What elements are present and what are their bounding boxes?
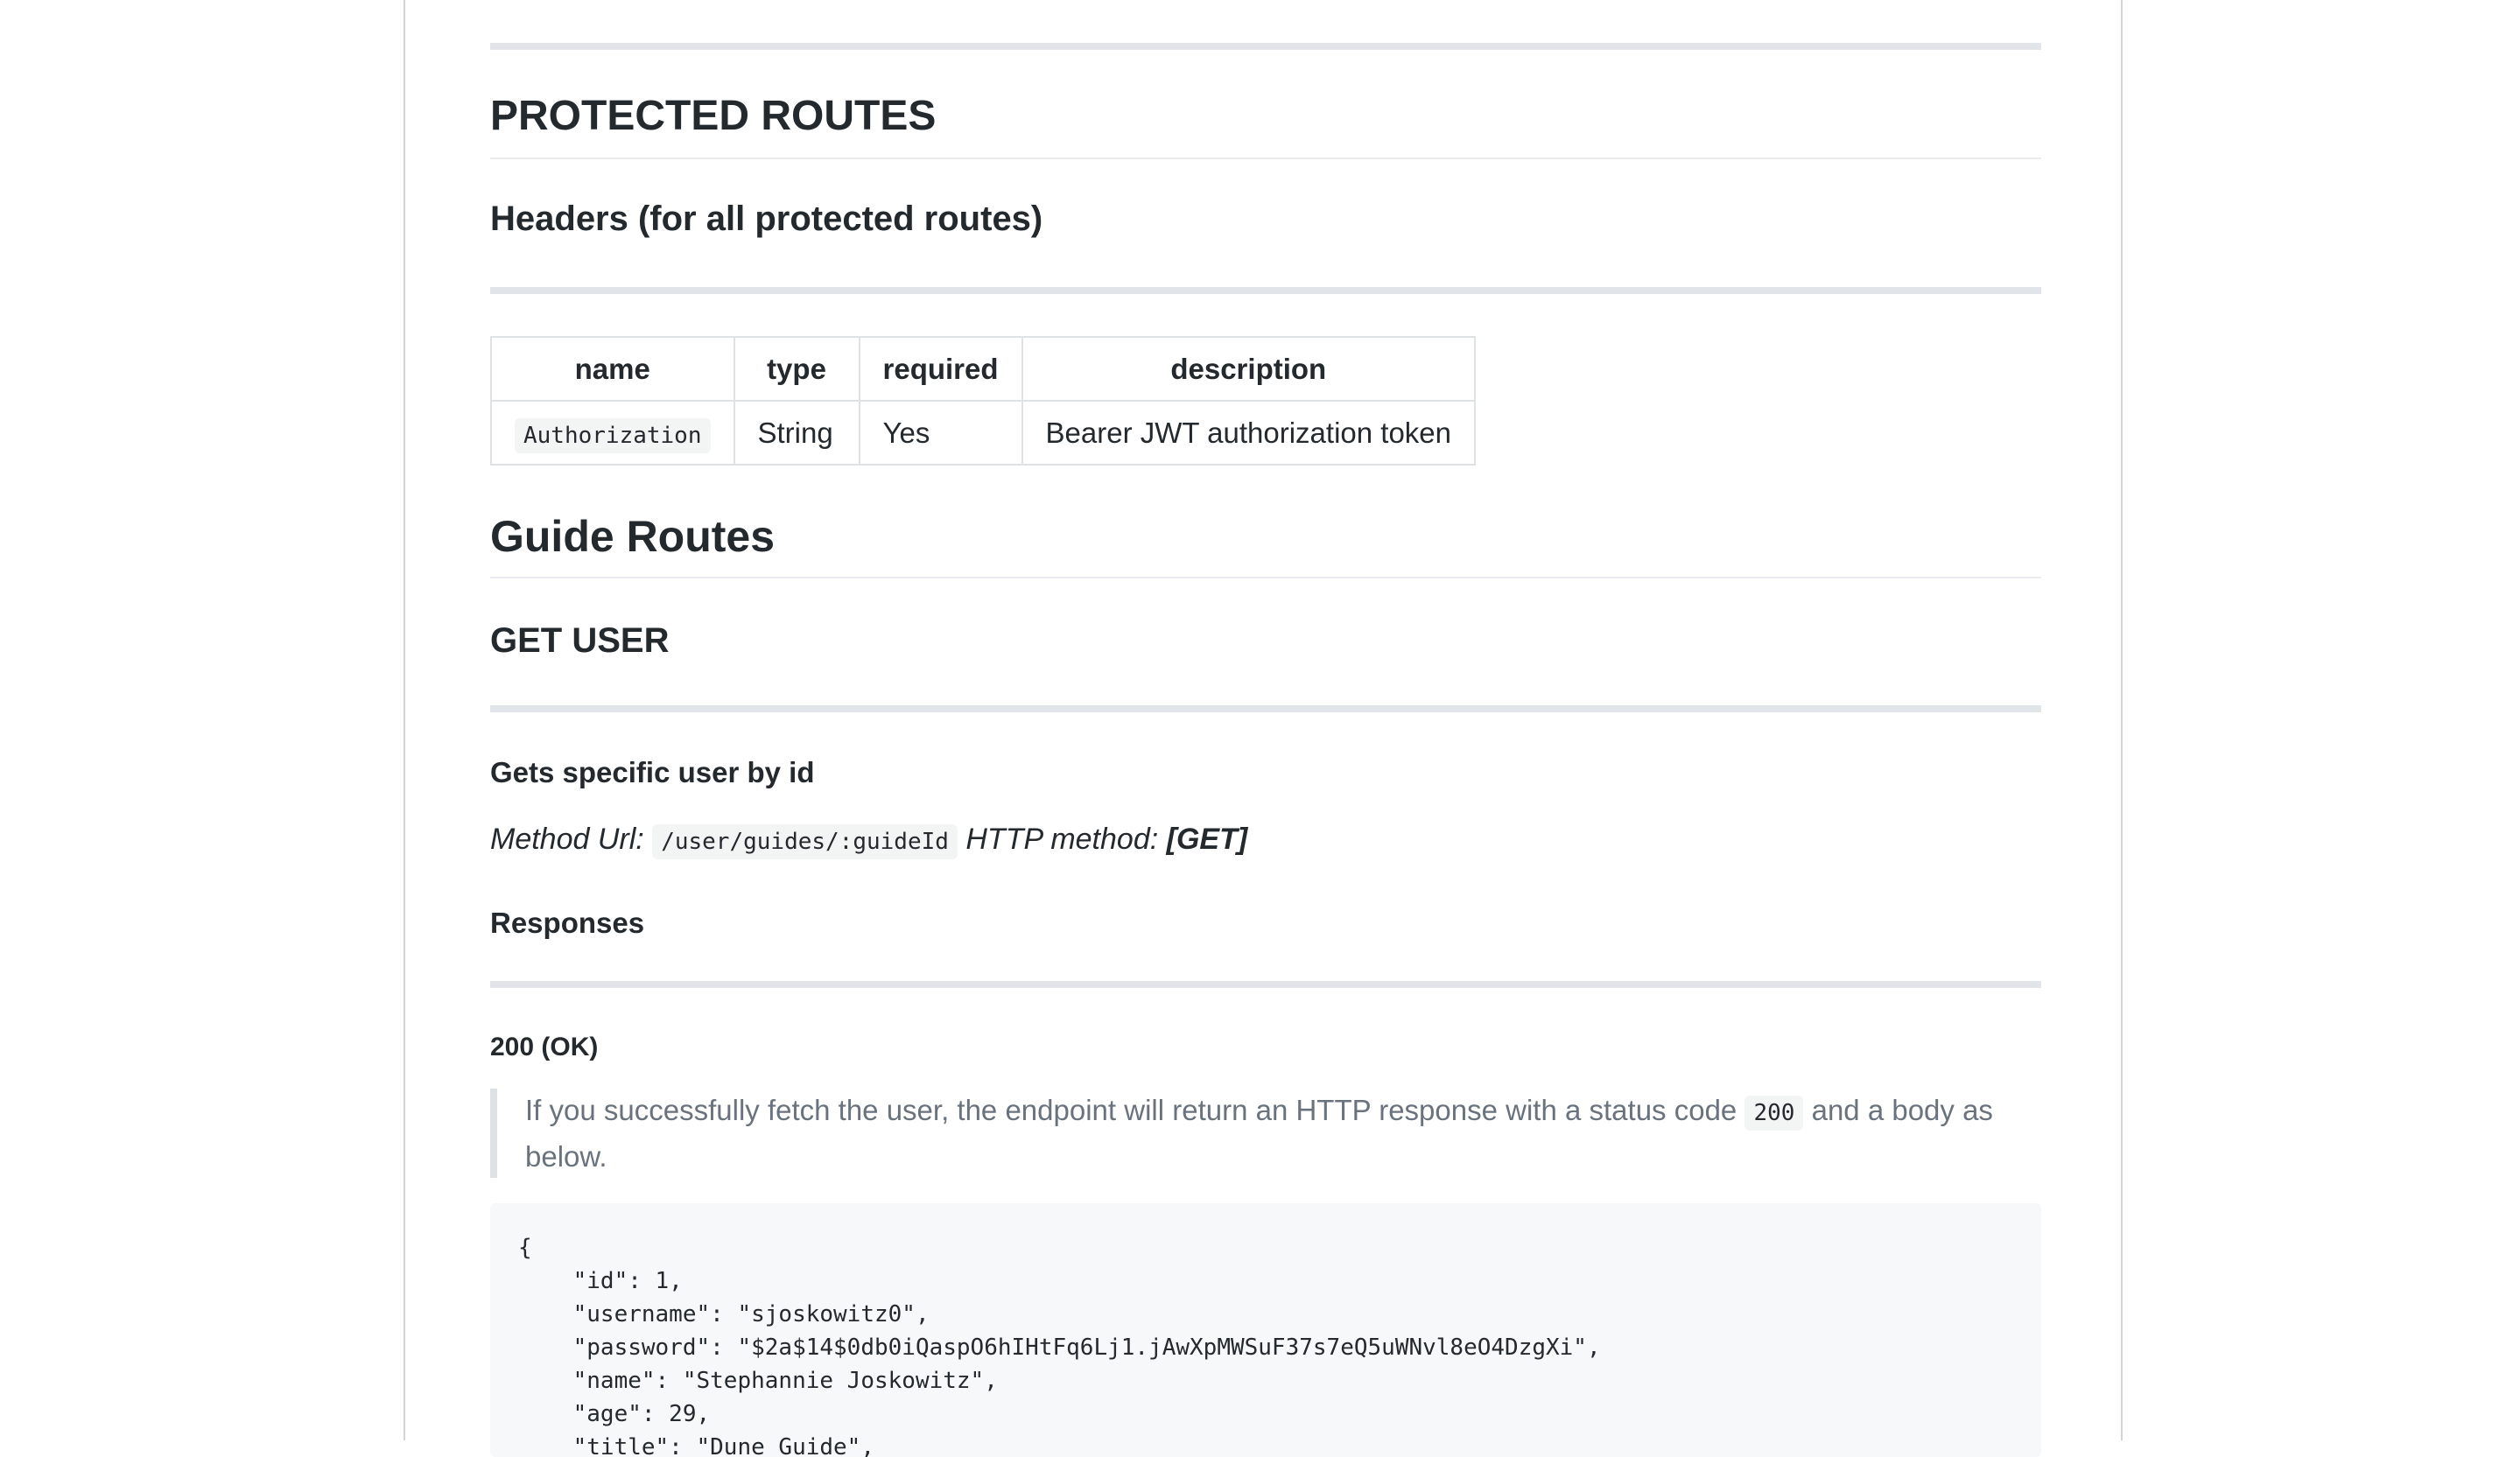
cell-type: String bbox=[733, 400, 860, 466]
document-page: PROTECTED ROUTES Headers (for all protec… bbox=[404, 0, 2123, 1457]
heading-headers: Headers (for all protected routes) bbox=[490, 200, 1043, 238]
heading-get-user: GET USER bbox=[490, 621, 670, 660]
heading-underline bbox=[490, 577, 2041, 578]
heading-responses: Responses bbox=[490, 907, 645, 939]
status-code-inline: 200 bbox=[1744, 1096, 1804, 1131]
code-line: "username": "sjoskowitz0", bbox=[518, 1301, 930, 1327]
cell-description: Bearer JWT authorization token bbox=[1021, 400, 1477, 466]
response-blockquote: If you successfully fetch the user, the … bbox=[490, 1089, 2041, 1178]
heading-gets-user-by-id: Gets specific user by id bbox=[490, 756, 815, 788]
heading-underline bbox=[490, 158, 2041, 159]
http-method-value: [GET] bbox=[1166, 823, 1248, 856]
column-header-type: type bbox=[733, 336, 860, 402]
code-line: "id": 1, bbox=[518, 1268, 683, 1294]
column-header-required: required bbox=[858, 336, 1023, 402]
table-row: Authorization String Yes Bearer JWT auth… bbox=[490, 400, 1477, 466]
response-code-block: { "id": 1, "username": "sjoskowitz0", "p… bbox=[490, 1203, 2041, 1457]
method-url-code: /user/guides/:guideId bbox=[652, 824, 958, 859]
header-name-code: Authorization bbox=[515, 417, 711, 453]
code-line: "title": "Dune Guide", bbox=[518, 1434, 874, 1457]
code-line: "age": 29, bbox=[518, 1401, 711, 1427]
table-header-row: name type required description bbox=[490, 336, 1477, 402]
section-divider bbox=[490, 705, 2041, 712]
headers-table: name type required description Authoriza… bbox=[490, 336, 1477, 466]
heading-status-200: 200 (OK) bbox=[490, 1033, 599, 1061]
cell-name: Authorization bbox=[490, 400, 735, 466]
section-divider bbox=[490, 43, 2041, 50]
section-divider bbox=[490, 981, 2041, 988]
code-line: "name": "Stephannie Joskowitz", bbox=[518, 1368, 998, 1394]
method-line: Method Url: /user/guides/:guideId HTTP m… bbox=[490, 823, 1248, 859]
section-divider bbox=[490, 287, 2041, 294]
http-method-label: HTTP method: bbox=[965, 823, 1159, 856]
quote-text-before: If you successfully fetch the user, the … bbox=[525, 1094, 1737, 1126]
code-line: { bbox=[518, 1235, 532, 1261]
column-header-name: name bbox=[490, 336, 735, 402]
method-url-label: Method Url: bbox=[490, 823, 644, 856]
cell-required: Yes bbox=[858, 400, 1023, 466]
code-line: "password": "$2a$14$0db0iQaspO6hIHtFq6Lj… bbox=[518, 1334, 1601, 1361]
heading-guide-routes: Guide Routes bbox=[490, 512, 776, 561]
heading-protected-routes: PROTECTED ROUTES bbox=[490, 93, 937, 139]
column-header-description: description bbox=[1021, 336, 1477, 402]
code-block-text: { "id": 1, "username": "sjoskowitz0", "p… bbox=[518, 1231, 2013, 1457]
